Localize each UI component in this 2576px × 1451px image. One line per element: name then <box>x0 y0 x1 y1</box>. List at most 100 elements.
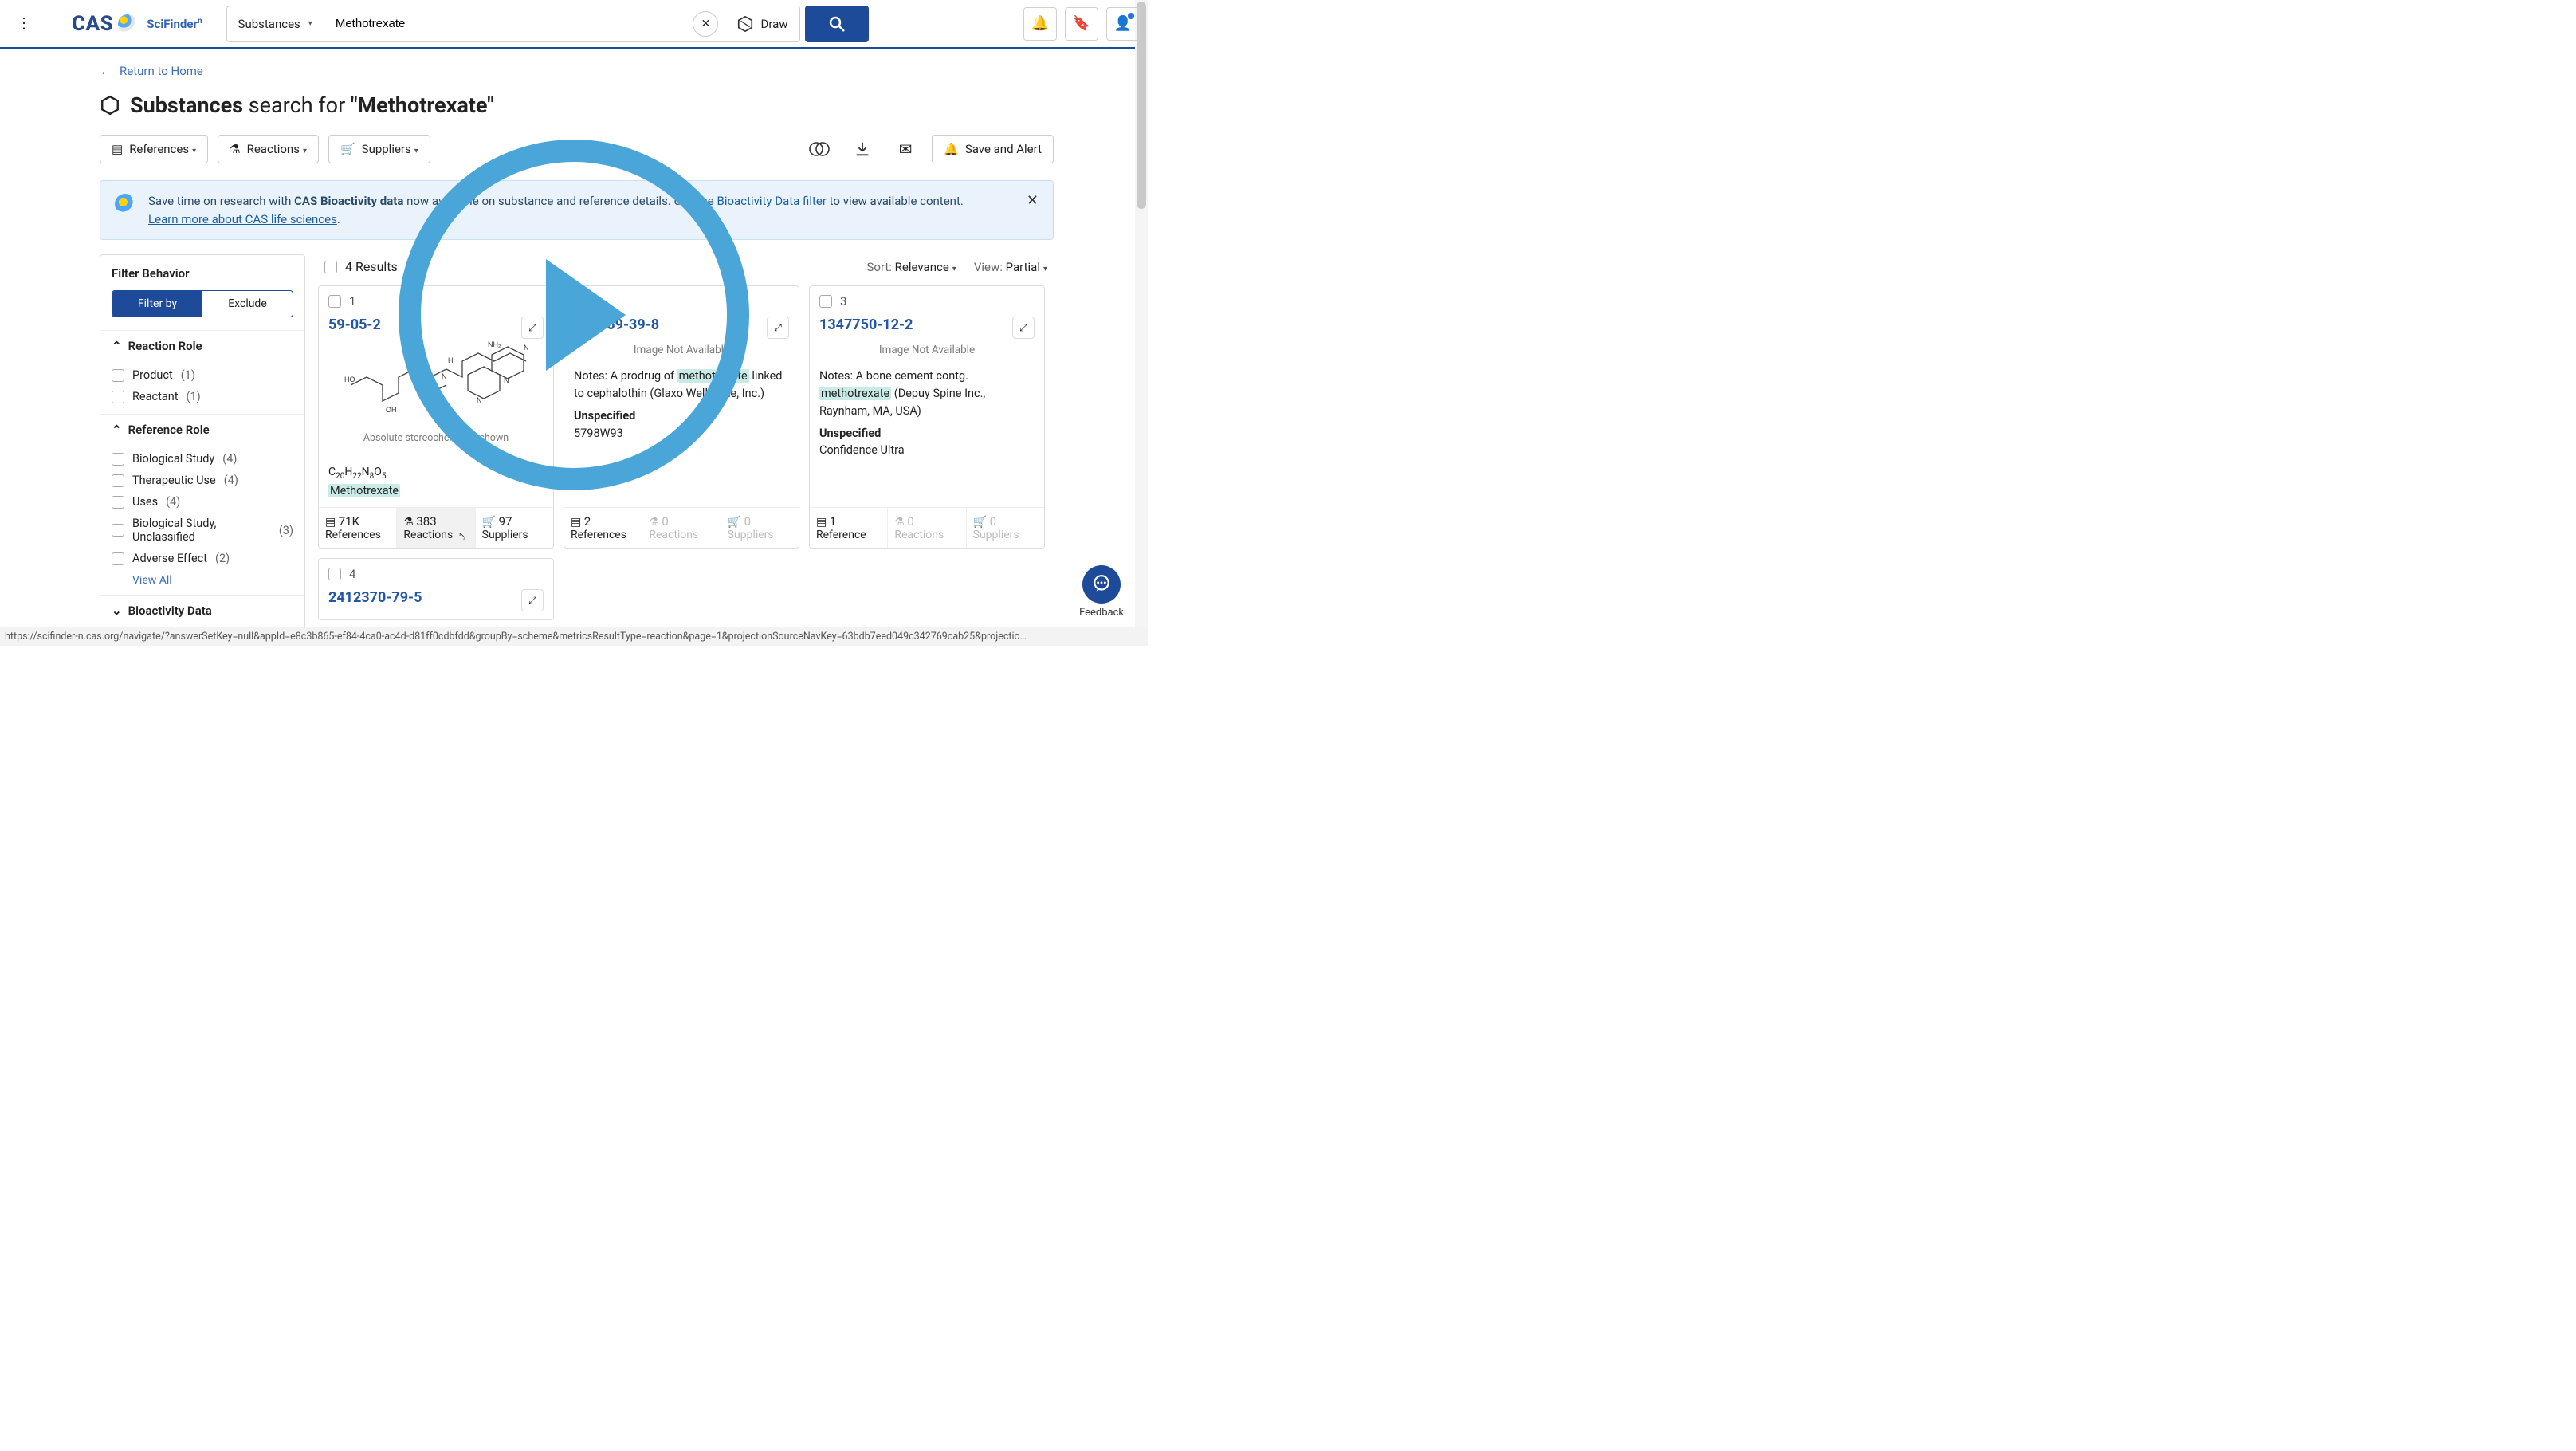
expand-button[interactable]: ⤢ <box>521 589 544 611</box>
close-notice-button[interactable]: ✕ <box>1027 192 1039 209</box>
metric-references[interactable]: ▤ 1Reference <box>810 508 888 548</box>
select-all-checkbox[interactable] <box>324 261 337 273</box>
expand-button[interactable]: ⤢ <box>767 317 789 339</box>
card-checkbox[interactable] <box>328 568 341 580</box>
feedback-button[interactable] <box>1082 565 1121 604</box>
notification-dot-icon <box>1128 13 1134 19</box>
cas-number-link[interactable]: 1347750-12-2 <box>819 317 913 333</box>
sort-dropdown[interactable]: Relevance <box>895 260 956 274</box>
svg-text:OH: OH <box>386 406 397 414</box>
search-type-dropdown[interactable]: Substances <box>227 6 324 41</box>
download-icon <box>854 140 871 158</box>
filter-by-tab[interactable]: Filter by <box>112 291 202 317</box>
search-icon <box>827 14 846 33</box>
flask-icon: ⚗ <box>894 516 905 529</box>
filter-item-adverse-effect[interactable]: Adverse Effect (2) <box>112 548 293 569</box>
clear-search-button[interactable]: ✕ <box>693 11 718 37</box>
bioactivity-filter-link[interactable]: Bioactivity Data filter <box>717 194 826 208</box>
image-not-available: Image Not Available <box>819 339 1035 368</box>
flask-icon: ⚗ <box>649 516 659 529</box>
filter-item-reactant[interactable]: Reactant (1) <box>112 386 293 407</box>
metric-reactions: ⚗ 0Reactions <box>888 508 966 548</box>
filter-item-uses[interactable]: Uses (4) <box>112 491 293 513</box>
svg-text:HO: HO <box>344 376 355 383</box>
flask-icon: ⚗ <box>403 516 414 529</box>
document-icon: ▤ <box>325 516 336 529</box>
metric-references[interactable]: ▤ 71KReferences <box>319 508 397 548</box>
filter-section-reaction-role[interactable]: ⌃Reaction Role <box>100 330 304 361</box>
cas-swirl-icon <box>115 194 135 214</box>
account-button[interactable]: 👤 <box>1106 7 1140 41</box>
header-actions: 🔔 🔖 👤 <box>1023 7 1140 41</box>
play-icon <box>546 259 626 371</box>
metric-suppliers: 🛒 0Suppliers <box>721 508 799 548</box>
chevron-up-icon: ⌃ <box>112 423 122 437</box>
filter-item-biological-study[interactable]: Biological Study (4) <box>112 448 293 470</box>
cas-number-link[interactable]: 2412370-79-5 <box>328 589 422 606</box>
app-header: ⋮ CAS SciFindern Substances ✕ Draw 🔔 🔖 👤 <box>0 0 1148 49</box>
bookmarks-button[interactable]: 🔖 <box>1065 7 1098 41</box>
cart-icon: 🛒 <box>482 516 496 529</box>
view-all-link[interactable]: View All <box>112 569 293 588</box>
hexagon-icon <box>100 95 120 116</box>
result-card-3: 3 1347750-12-2 ⤢ Image Not Available Not… <box>809 285 1045 549</box>
learn-more-link[interactable]: Learn more about CAS life sciences <box>148 212 337 226</box>
card-checkbox[interactable] <box>328 295 341 308</box>
logo[interactable]: CAS SciFindern <box>72 12 202 36</box>
save-and-alert-button[interactable]: 🔔Save and Alert <box>932 135 1054 163</box>
reactions-button[interactable]: ⚗Reactions <box>218 135 319 163</box>
cart-icon: 🛒 <box>340 142 355 156</box>
chevron-up-icon: ⌃ <box>112 339 122 353</box>
metric-reactions: ⚗ 0Reactions <box>642 508 721 548</box>
hexagon-icon <box>736 15 754 33</box>
metric-suppliers: 🛒 0Suppliers <box>967 508 1044 548</box>
chevron-down-icon: ⌄ <box>112 604 122 618</box>
expand-button[interactable]: ⤢ <box>1012 317 1035 339</box>
play-button[interactable] <box>399 140 749 490</box>
combine-button[interactable] <box>803 132 836 166</box>
checkbox-icon <box>112 453 124 466</box>
feedback-widget: Feedback <box>1079 565 1124 619</box>
cas-number-link[interactable]: 59-05-2 <box>328 317 381 333</box>
filter-panel: Filter Behavior Filter by Exclude ⌃React… <box>100 254 305 638</box>
checkbox-icon <box>112 474 124 487</box>
notifications-button[interactable]: 🔔 <box>1023 7 1057 41</box>
bell-icon: 🔔 <box>944 142 959 156</box>
status-bar-url: https://scifinder-n.cas.org/navigate/?an… <box>0 627 1148 646</box>
suppliers-button[interactable]: 🛒Suppliers <box>328 135 430 163</box>
metric-reactions[interactable]: ⚗ 383Reactions⤣ <box>397 508 475 548</box>
search-button[interactable] <box>805 6 869 42</box>
page-title: Substances search for "Methotrexate" <box>100 92 1054 118</box>
results-count: 4 Results <box>345 259 398 274</box>
filter-item-biological-study-unclassified[interactable]: Biological Study, Unclassified (3) <box>112 513 293 548</box>
checkbox-icon <box>112 496 124 509</box>
menu-button[interactable]: ⋮ <box>8 8 40 40</box>
metric-references[interactable]: ▤ 2References <box>564 508 642 548</box>
card-checkbox[interactable] <box>819 295 832 308</box>
scrollbar[interactable] <box>1135 0 1148 646</box>
references-button[interactable]: ▤References <box>100 135 208 163</box>
cart-icon: 🛒 <box>973 516 987 529</box>
checkbox-icon <box>112 524 124 537</box>
cart-icon: 🛒 <box>728 516 741 529</box>
logo-swirl-icon <box>118 14 137 33</box>
search-bar: Substances ✕ Draw <box>226 6 800 42</box>
document-icon: ▤ <box>571 516 581 529</box>
view-dropdown[interactable]: Partial <box>1006 260 1047 274</box>
filter-section-bioactivity-data[interactable]: ⌄Bioactivity Data <box>100 595 304 626</box>
filter-item-therapeutic-use[interactable]: Therapeutic Use (4) <box>112 470 293 491</box>
filter-behavior-label: Filter Behavior <box>100 266 304 290</box>
email-button[interactable]: ✉ <box>889 132 922 166</box>
exclude-tab[interactable]: Exclude <box>202 291 293 317</box>
draw-button[interactable]: Draw <box>724 6 799 41</box>
metric-suppliers[interactable]: 🛒 97Suppliers <box>476 508 553 548</box>
substance-name: Methotrexate <box>328 484 400 497</box>
search-input[interactable] <box>324 6 687 41</box>
arrow-left-icon: ← <box>100 64 112 78</box>
chat-icon <box>1091 574 1112 595</box>
filter-item-product[interactable]: Product (1) <box>112 364 293 386</box>
filter-section-reference-role[interactable]: ⌃Reference Role <box>100 414 304 445</box>
download-button[interactable] <box>846 132 879 166</box>
flask-icon: ⚗ <box>230 142 240 156</box>
return-link[interactable]: ← Return to Home <box>100 64 1054 78</box>
